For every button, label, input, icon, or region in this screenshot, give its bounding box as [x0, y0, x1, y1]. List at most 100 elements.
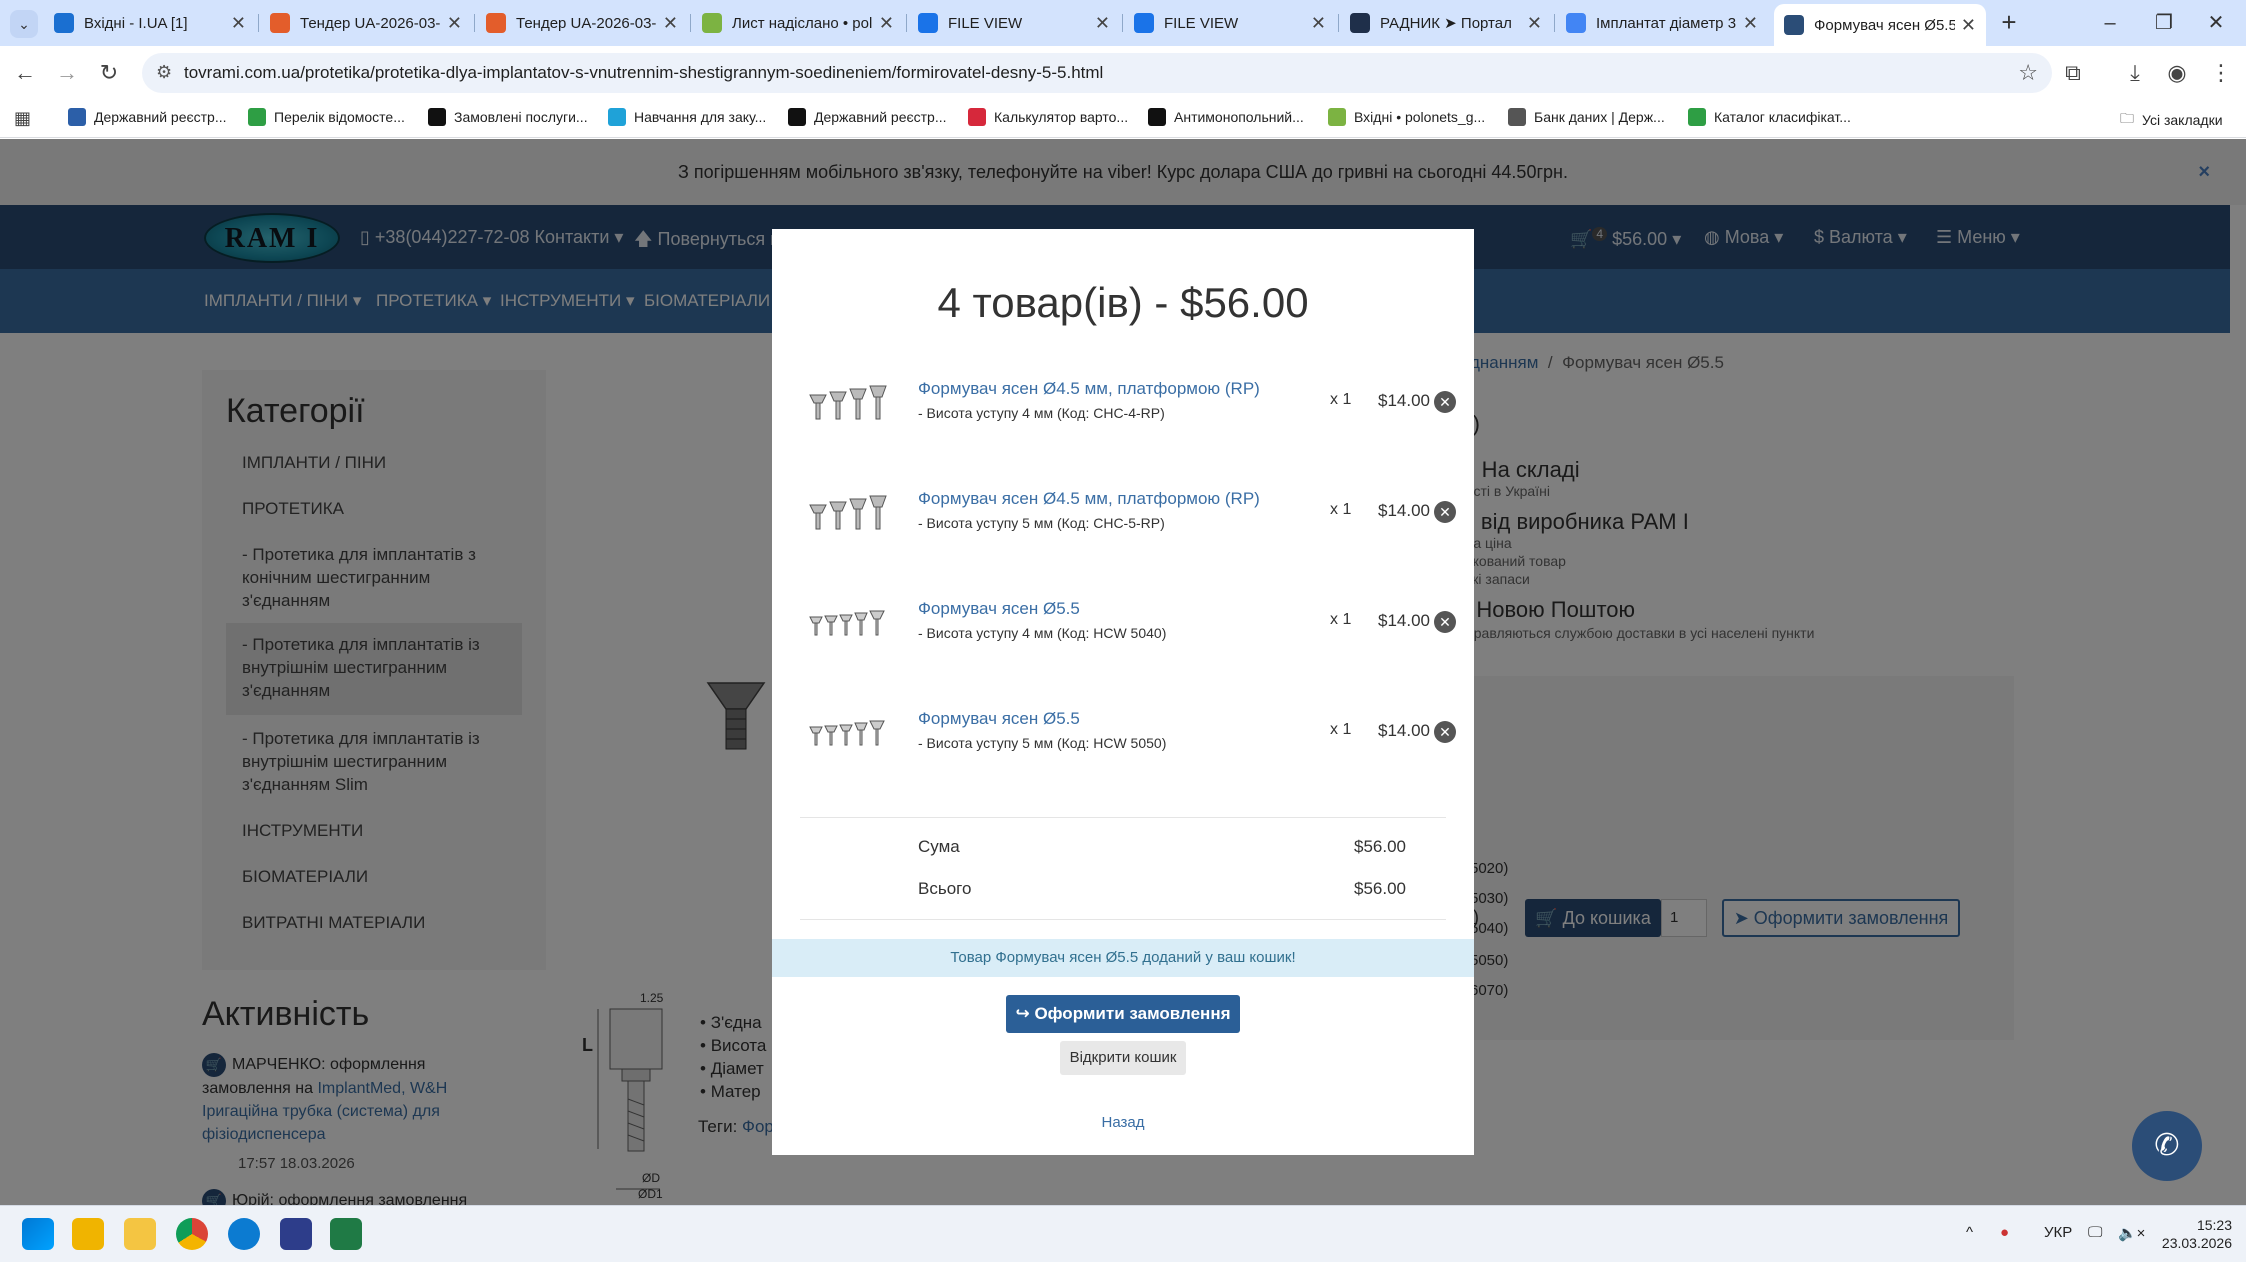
minimize-button[interactable]: –	[2090, 6, 2130, 40]
tab-close-icon[interactable]: ✕	[879, 13, 894, 34]
close-window-button[interactable]: ✕	[2196, 6, 2236, 40]
cart-item-price: $14.00	[1378, 721, 1430, 740]
keyboard-language[interactable]: УКР	[2044, 1224, 2072, 1241]
clock-time: 15:23	[2196, 1217, 2232, 1233]
bookmark-item[interactable]: Антимонопольний...	[1148, 108, 1304, 126]
product-thumbnail[interactable]	[808, 383, 888, 425]
bookmark-favicon-icon	[608, 108, 626, 126]
site-info-icon[interactable]: ⚙	[156, 62, 172, 83]
tray-security-icon[interactable]: ●	[2000, 1224, 2009, 1241]
bookmark-star-icon[interactable]: ☆	[2018, 60, 2038, 86]
excel-icon[interactable]	[330, 1218, 362, 1250]
save-app-icon[interactable]	[280, 1218, 312, 1250]
bookmark-item[interactable]: Вхідні • polonets_g...	[1328, 108, 1485, 126]
back-link[interactable]: Назад	[772, 1114, 1474, 1131]
tab-title: Формувач ясен Ø5.5	[1814, 16, 1955, 34]
remove-item-icon[interactable]: ✕	[1434, 611, 1456, 633]
cart-item-name-link[interactable]: Формувач ясен Ø5.5	[918, 709, 1080, 729]
tab-title: Тендер UA-2026-03-	[516, 14, 657, 32]
chrome-icon[interactable]	[176, 1218, 208, 1250]
forward-arrow-icon[interactable]: →	[50, 56, 84, 90]
cart-item: Формувач ясен Ø4.5 мм, платформою (RP) -…	[800, 361, 1456, 471]
tab-close-icon[interactable]: ✕	[1743, 13, 1758, 34]
tab-tender-1[interactable]: Тендер UA-2026-03- ✕	[260, 6, 472, 40]
extensions-icon[interactable]: ⧉	[2056, 56, 2090, 90]
bookmark-label: Перелік відомосте...	[274, 109, 405, 125]
file-explorer-icon[interactable]	[124, 1218, 156, 1250]
bookmarks-bar: ▦ Державний реєстр... Перелік відомосте.…	[0, 100, 2246, 138]
favicon-icon	[54, 13, 74, 33]
divider	[800, 817, 1446, 818]
bookmark-favicon-icon	[1148, 108, 1166, 126]
tab-close-icon[interactable]: ✕	[447, 13, 462, 34]
tab-active-formuvach[interactable]: Формувач ясен Ø5.5 ✕	[1774, 4, 1986, 46]
tab-search-icon[interactable]: ⌄	[10, 10, 38, 38]
chrome-menu-icon[interactable]: ⋮	[2204, 56, 2238, 90]
bookmark-favicon-icon	[428, 108, 446, 126]
modal-title: 4 товар(ів) - $56.00	[937, 279, 1309, 326]
network-icon[interactable]: 🖵	[2088, 1224, 2102, 1241]
bookmark-item[interactable]: Перелік відомосте...	[248, 108, 405, 126]
cart-item-name-link[interactable]: Формувач ясен Ø4.5 мм, платформою (RP)	[918, 489, 1260, 509]
remove-item-icon[interactable]: ✕	[1434, 501, 1456, 523]
product-thumbnail[interactable]	[808, 493, 888, 535]
tab-close-icon[interactable]: ✕	[1527, 13, 1542, 34]
volume-muted-icon[interactable]: 🔈×	[2118, 1224, 2145, 1242]
tab-close-icon[interactable]: ✕	[1311, 13, 1326, 34]
remove-item-icon[interactable]: ✕	[1434, 721, 1456, 743]
folder-icon: 🗀	[2120, 110, 2134, 126]
tab-file-view-1[interactable]: FILE VIEW ✕	[908, 6, 1120, 40]
all-bookmarks[interactable]: 🗀 Усі закладки	[2120, 108, 2223, 132]
bookmark-item[interactable]: Державний реєстр...	[68, 108, 227, 126]
cart-item-name-link[interactable]: Формувач ясен Ø5.5	[918, 599, 1080, 619]
bookmark-item[interactable]: Державний реєстр...	[788, 108, 947, 126]
browser-toolbar: ← → ↻ ⚙ tovrami.com.ua/protetika/proteti…	[0, 46, 2246, 100]
bookmark-label: Навчання для заку...	[634, 109, 767, 125]
edge-icon[interactable]	[228, 1218, 260, 1250]
tab-close-icon[interactable]: ✕	[1095, 13, 1110, 34]
new-tab-button[interactable]: +	[1994, 8, 2024, 38]
tab-implant-search[interactable]: Імплантат діаметр 3. ✕	[1556, 6, 1768, 40]
tab-inbox-iua[interactable]: Вхідні - I.UA [1] ✕	[44, 6, 256, 40]
tab-close-icon[interactable]: ✕	[231, 13, 246, 34]
tab-title: FILE VIEW	[1164, 14, 1239, 32]
product-thumbnail[interactable]	[808, 603, 888, 645]
windows-taskbar: ^ ● УКР 🖵 🔈× 15:23 23.03.2026	[0, 1205, 2246, 1262]
cart-item-price: $14.00	[1378, 501, 1430, 520]
cart-item-option: - Висота уступу 4 мм (Код: CHC-4-RP)	[918, 405, 1165, 421]
remove-item-icon[interactable]: ✕	[1434, 391, 1456, 413]
cart-item-qty: x 1	[1330, 501, 1352, 518]
phone-call-button[interactable]: ✆	[2132, 1111, 2202, 1181]
tab-close-icon[interactable]: ✕	[1961, 15, 1976, 36]
bookmark-item[interactable]: Каталог класифікат...	[1688, 108, 1851, 126]
bookmark-item[interactable]: Калькулятор варто...	[968, 108, 1128, 126]
view-cart-button[interactable]: Відкрити кошик	[1060, 1041, 1186, 1075]
back-arrow-icon[interactable]: ←	[8, 56, 42, 90]
widgets-icon[interactable]	[72, 1218, 104, 1250]
bookmark-label: Державний реєстр...	[94, 109, 227, 125]
tab-close-icon[interactable]: ✕	[663, 13, 678, 34]
tab-radnyk[interactable]: РАДНИК ➤ Портал ✕	[1340, 6, 1552, 40]
download-icon[interactable]: ⤓	[2118, 56, 2152, 90]
tab-tender-2[interactable]: Тендер UA-2026-03- ✕	[476, 6, 688, 40]
bookmark-item[interactable]: Навчання для заку...	[608, 108, 766, 126]
tab-title: РАДНИК ➤ Портал	[1380, 15, 1512, 32]
url-text[interactable]: tovrami.com.ua/protetika/protetika-dlya-…	[184, 63, 1103, 83]
tab-separator	[1338, 14, 1339, 32]
tab-mail-sent[interactable]: Лист надіслано • pol ✕	[692, 6, 904, 40]
restore-button[interactable]: ❐	[2144, 6, 2184, 40]
bookmark-item[interactable]: Замовлені послуги...	[428, 108, 588, 126]
tab-file-view-2[interactable]: FILE VIEW ✕	[1124, 6, 1336, 40]
apps-grid-icon[interactable]: ▦	[14, 108, 31, 129]
address-bar[interactable]: ⚙ tovrami.com.ua/protetika/protetika-dly…	[142, 53, 2052, 93]
bookmark-item[interactable]: Банк даних | Держ...	[1508, 108, 1665, 126]
tray-chevron-icon[interactable]: ^	[1966, 1224, 1973, 1241]
cart-item-name-link[interactable]: Формувач ясен Ø4.5 мм, платформою (RP)	[918, 379, 1260, 399]
profile-icon[interactable]: ◉	[2160, 56, 2194, 90]
checkout-label: Оформити замовлення	[1034, 1004, 1231, 1023]
reload-icon[interactable]: ↻	[92, 56, 126, 90]
system-clock[interactable]: 15:23 23.03.2026	[2152, 1216, 2232, 1252]
product-thumbnail[interactable]	[808, 713, 888, 755]
checkout-button[interactable]: ↪ Оформити замовлення	[1006, 995, 1240, 1033]
windows-start-icon[interactable]	[22, 1218, 54, 1250]
